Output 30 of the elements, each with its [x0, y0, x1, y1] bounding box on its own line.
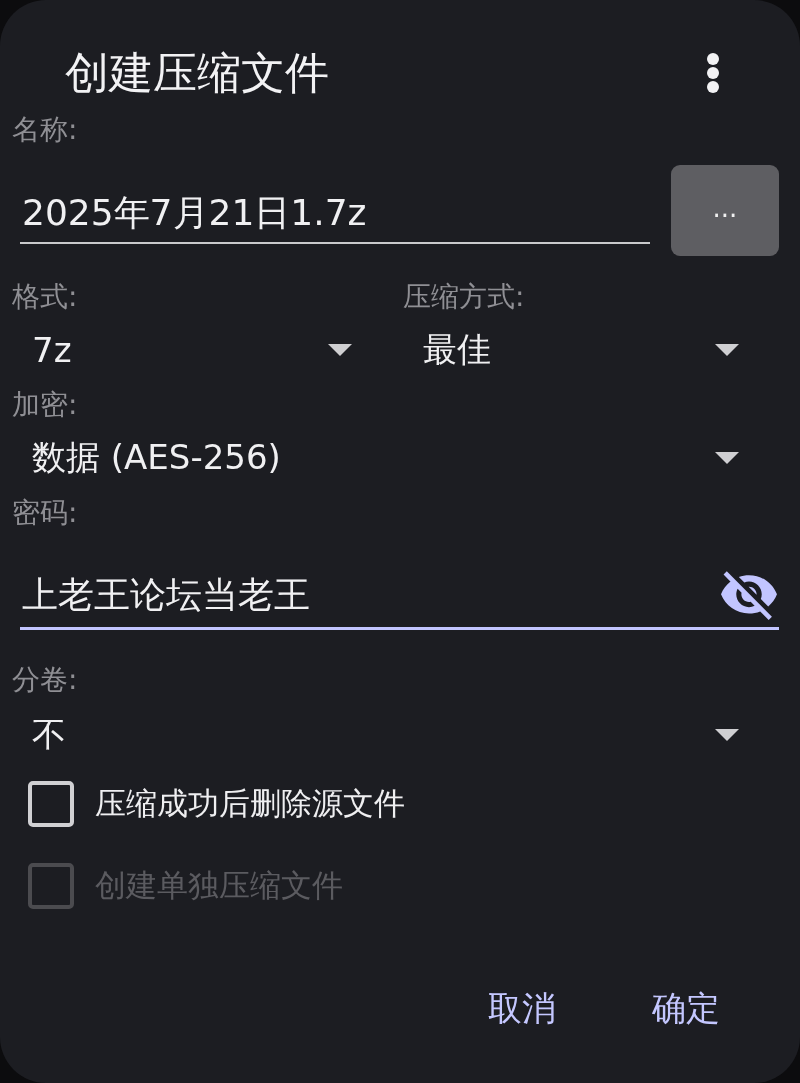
field-label: 格式:	[12, 279, 79, 315]
browse-button[interactable]: ...	[671, 165, 779, 256]
dropdown-select[interactable]: 7z	[12, 322, 392, 378]
field-label: 密码:	[12, 495, 79, 531]
cancel-button[interactable]: 取消	[476, 983, 568, 1033]
dropdown-value: 数据 (AES-256)	[32, 436, 281, 479]
dropdown-select[interactable]: 最佳	[403, 322, 779, 378]
dropdown-arrow-icon	[715, 344, 739, 356]
dropdown-value: 不	[32, 713, 66, 756]
field-label: 分卷:	[12, 662, 79, 698]
confirm-button[interactable]: 确定	[640, 983, 732, 1033]
password-value: 上老王论坛当老王	[22, 573, 310, 617]
checkbox-label: 创建单独压缩文件	[95, 866, 343, 905]
dropdown-arrow-icon	[715, 452, 739, 464]
dropdown-value: 最佳	[423, 328, 491, 371]
field-label: 压缩方式:	[403, 279, 526, 315]
dropdown-arrow-icon	[715, 729, 739, 741]
password-input-field[interactable]: 上老王论坛当老王	[20, 570, 779, 630]
field-label: 名称:	[12, 112, 79, 148]
dropdown-select[interactable]: 不	[12, 707, 779, 763]
hide-password-icon[interactable]	[721, 570, 777, 620]
name-input-field[interactable]: 2025年7月21日1.7z	[20, 189, 650, 244]
field-label: 加密:	[12, 387, 79, 423]
checkbox-label: 压缩成功后删除源文件	[95, 784, 405, 823]
dialog-title: 创建压缩文件	[64, 46, 329, 100]
more-options-icon[interactable]	[707, 52, 719, 93]
dropdown-value: 7z	[32, 330, 72, 370]
checkbox[interactable]	[28, 781, 74, 827]
dropdown-arrow-icon	[328, 344, 352, 356]
dropdown-select[interactable]: 数据 (AES-256)	[12, 430, 779, 486]
